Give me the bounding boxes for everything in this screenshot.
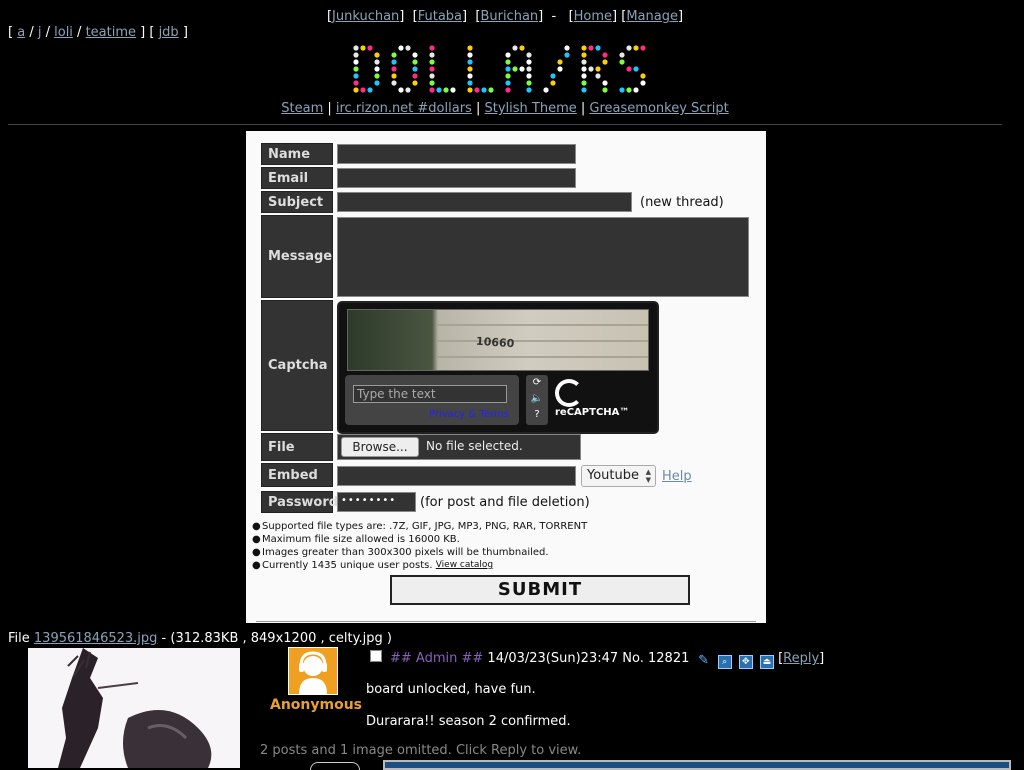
captcha-input-panel: Type the text Privacy & Terms: [345, 375, 519, 425]
board-navigation: [ a / j / loli / teatime ] [ jdb ]: [8, 25, 188, 40]
link-irc[interactable]: irc.rizon.net #dollars: [336, 101, 472, 116]
email-field[interactable]: [337, 168, 576, 188]
captcha-image-text: 10660: [475, 334, 515, 351]
password-label: Password: [261, 491, 338, 513]
email-label: Email: [261, 167, 333, 189]
reply-avatar: [310, 762, 360, 770]
posting-rules: ● Supported file types are: .7Z, GIF, JPG…: [252, 520, 587, 572]
embed-help-link[interactable]: Help: [662, 469, 692, 484]
link-stylish-theme[interactable]: Stylish Theme: [484, 101, 576, 116]
rule-item: ● Supported file types are: .7Z, GIF, JPG…: [252, 521, 588, 532]
file-status: No file selected.: [426, 439, 523, 453]
post-thumbnail[interactable]: [28, 648, 240, 768]
post-header: ## Admin ## 14/03/23(Sun)23:47 No. 12821…: [390, 651, 825, 669]
form-divider: [256, 621, 756, 622]
tripcode: ## Admin ##: [390, 651, 484, 666]
rule-item: ● Images greater than 300x300 pixels will…: [252, 547, 549, 558]
file-input: Browse... No file selected.: [337, 434, 581, 460]
browse-button[interactable]: Browse...: [341, 437, 419, 457]
audio-icon[interactable]: 🔈: [526, 391, 548, 407]
link-greasemonkey[interactable]: Greasemonkey Script: [589, 101, 728, 116]
help-icon[interactable]: ?: [526, 407, 548, 423]
password-note: (for post and file deletion): [420, 495, 590, 510]
subject-field[interactable]: [337, 192, 632, 212]
post-number[interactable]: No. 12821: [622, 651, 689, 666]
password-field[interactable]: ••••••••: [337, 492, 416, 512]
board-teatime[interactable]: teatime: [86, 25, 136, 40]
nav-home[interactable]: Home: [574, 9, 612, 24]
nav-manage[interactable]: Manage: [626, 9, 678, 24]
recaptcha-logo: reCAPTCHA™: [555, 379, 657, 418]
embed-type-select[interactable]: Youtube ▲ ▼: [581, 465, 656, 487]
link-steam[interactable]: Steam: [281, 101, 323, 116]
embed-field[interactable]: [337, 466, 576, 486]
hide-icon[interactable]: ⏏: [759, 655, 774, 669]
omitted-notice: 2 posts and 1 image omitted. Click Reply…: [260, 743, 582, 758]
recaptcha-widget: 10660 Type the text Privacy & Terms ⟳ 🔈 …: [337, 301, 659, 434]
message-textarea[interactable]: [337, 217, 749, 297]
pin-icon[interactable]: ✎: [697, 654, 711, 669]
post-checkbox[interactable]: [370, 650, 382, 662]
refresh-icon[interactable]: ⟳: [526, 375, 548, 391]
board-jdb[interactable]: jdb: [159, 25, 179, 40]
nav-futaba[interactable]: Futaba: [418, 9, 462, 24]
nav-burichan[interactable]: Burichan: [480, 9, 538, 24]
board-j[interactable]: j: [38, 25, 42, 40]
poster-name: Anonymous: [270, 697, 363, 713]
recaptcha-ring-icon: [555, 379, 583, 407]
captcha-image: 10660: [347, 309, 649, 371]
board-loli[interactable]: loli: [54, 25, 73, 40]
captcha-input[interactable]: Type the text: [353, 385, 507, 403]
zoom-icon[interactable]: ⌕: [717, 655, 732, 669]
avatar: [288, 647, 338, 695]
post-message-line: board unlocked, have fun.: [366, 682, 536, 697]
view-catalog-link[interactable]: View catalog: [436, 559, 493, 572]
top-navigation: [Junkuchan] [Futaba] [Burichan] - [Home]…: [326, 9, 684, 24]
rule-item: ● Currently 1435 unique user posts. View …: [252, 559, 494, 572]
file-label: File: [261, 433, 333, 461]
site-banner-logo: [352, 45, 658, 97]
file-info: File 139561846523.jpg - (312.83KB , 849x…: [8, 631, 392, 646]
divider: [8, 124, 1002, 125]
captcha-label: Captcha: [261, 300, 333, 431]
post-form: Name Email Subject (new thread) Message …: [246, 131, 766, 623]
nav-junkuchan[interactable]: Junkuchan: [332, 9, 399, 24]
subject-label: Subject: [261, 191, 333, 213]
expand-icon[interactable]: ✥: [738, 655, 753, 669]
subject-note: (new thread): [640, 195, 724, 210]
embed-label: Embed: [261, 463, 333, 487]
captcha-privacy-link[interactable]: Privacy & Terms: [429, 409, 509, 420]
select-arrows-icon: ▲ ▼: [645, 468, 651, 484]
post-datetime: 14/03/23(Sun)23:47: [487, 651, 619, 666]
rule-item: ● Maximum file size allowed is 16000 KB.: [252, 534, 460, 545]
file-link[interactable]: 139561846523.jpg: [34, 631, 158, 646]
submit-button[interactable]: SUBMIT: [390, 575, 690, 605]
post-message-line: Durarara!! season 2 confirmed.: [366, 714, 571, 729]
header-links: Steam | irc.rizon.net #dollars | Stylish…: [281, 101, 729, 116]
captcha-controls: ⟳ 🔈 ?: [526, 375, 548, 425]
reply-link[interactable]: Reply: [783, 651, 819, 666]
message-label: Message: [261, 215, 333, 298]
reply-post: [383, 760, 1011, 770]
name-field[interactable]: [337, 144, 576, 164]
board-a[interactable]: a: [17, 25, 25, 40]
name-label: Name: [261, 143, 333, 165]
